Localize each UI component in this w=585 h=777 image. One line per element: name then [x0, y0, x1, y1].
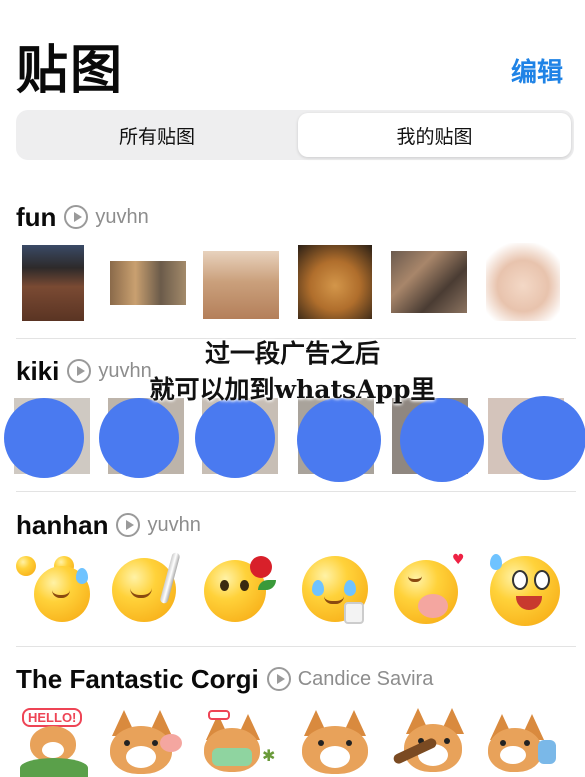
- redaction-blob: [4, 398, 84, 478]
- sticker[interactable]: HELLO!: [14, 706, 94, 777]
- pack-header-fun[interactable]: fun yuvhn: [16, 200, 149, 234]
- sticker-row-hanhan: ♥: [0, 550, 585, 628]
- edit-button[interactable]: 编辑: [511, 52, 563, 89]
- redaction-blob: [297, 398, 381, 482]
- sticker-row-kiki: [0, 396, 585, 482]
- divider: [16, 646, 576, 647]
- sticker[interactable]: ✱: [202, 706, 282, 777]
- sticker-caption: HELLO!: [22, 708, 83, 727]
- segmented-control: 所有贴图 我的贴图: [16, 110, 574, 160]
- sticker[interactable]: [22, 245, 84, 321]
- redaction-blob: [400, 398, 484, 482]
- tab-all-stickers[interactable]: 所有贴图: [19, 113, 295, 157]
- sticker[interactable]: [110, 261, 186, 305]
- sticker[interactable]: [298, 245, 372, 319]
- sticker-row-corgi: HELLO! ✱: [0, 706, 585, 777]
- pack-author: Candice Savira: [297, 667, 434, 690]
- sticker[interactable]: [108, 550, 188, 628]
- sticker[interactable]: [298, 706, 378, 777]
- sticker[interactable]: [108, 706, 188, 777]
- sticker[interactable]: [391, 251, 467, 313]
- pack-header-fantastic-corgi[interactable]: The Fantastic Corgi Candice Savira: [16, 662, 433, 696]
- tab-my-stickers[interactable]: 我的贴图: [298, 113, 571, 157]
- sticker-row-fun: [0, 243, 585, 323]
- overlay-line-2: 就可以加到whatsApp里: [149, 375, 436, 404]
- sticker[interactable]: [14, 550, 94, 628]
- play-icon[interactable]: [266, 667, 291, 691]
- sticker[interactable]: [486, 550, 566, 628]
- page-title: 贴图: [16, 41, 125, 101]
- play-icon[interactable]: [116, 513, 141, 537]
- pack-name: hanhan: [16, 509, 109, 540]
- play-icon[interactable]: [64, 205, 89, 229]
- divider: [16, 491, 576, 492]
- sticker[interactable]: [486, 243, 560, 321]
- sticker[interactable]: [203, 251, 279, 319]
- pack-author: yuvhn: [147, 513, 201, 536]
- redaction-blob: [195, 398, 275, 478]
- header: 贴图 编辑: [0, 0, 585, 110]
- sticker[interactable]: [486, 706, 566, 777]
- sticker[interactable]: [202, 550, 282, 628]
- redaction-blob: [502, 396, 585, 480]
- overlay-line-1: 过一段广告之后: [204, 339, 380, 368]
- sticker[interactable]: [392, 706, 472, 777]
- sticker[interactable]: ♥: [392, 550, 472, 628]
- pack-header-hanhan[interactable]: hanhan yuvhn: [16, 508, 201, 542]
- pack-name: The Fantastic Corgi: [16, 663, 259, 694]
- sticker[interactable]: [298, 550, 378, 628]
- redaction-blob: [99, 398, 179, 478]
- pack-name: fun: [16, 201, 57, 232]
- pack-author: yuvhn: [95, 205, 149, 228]
